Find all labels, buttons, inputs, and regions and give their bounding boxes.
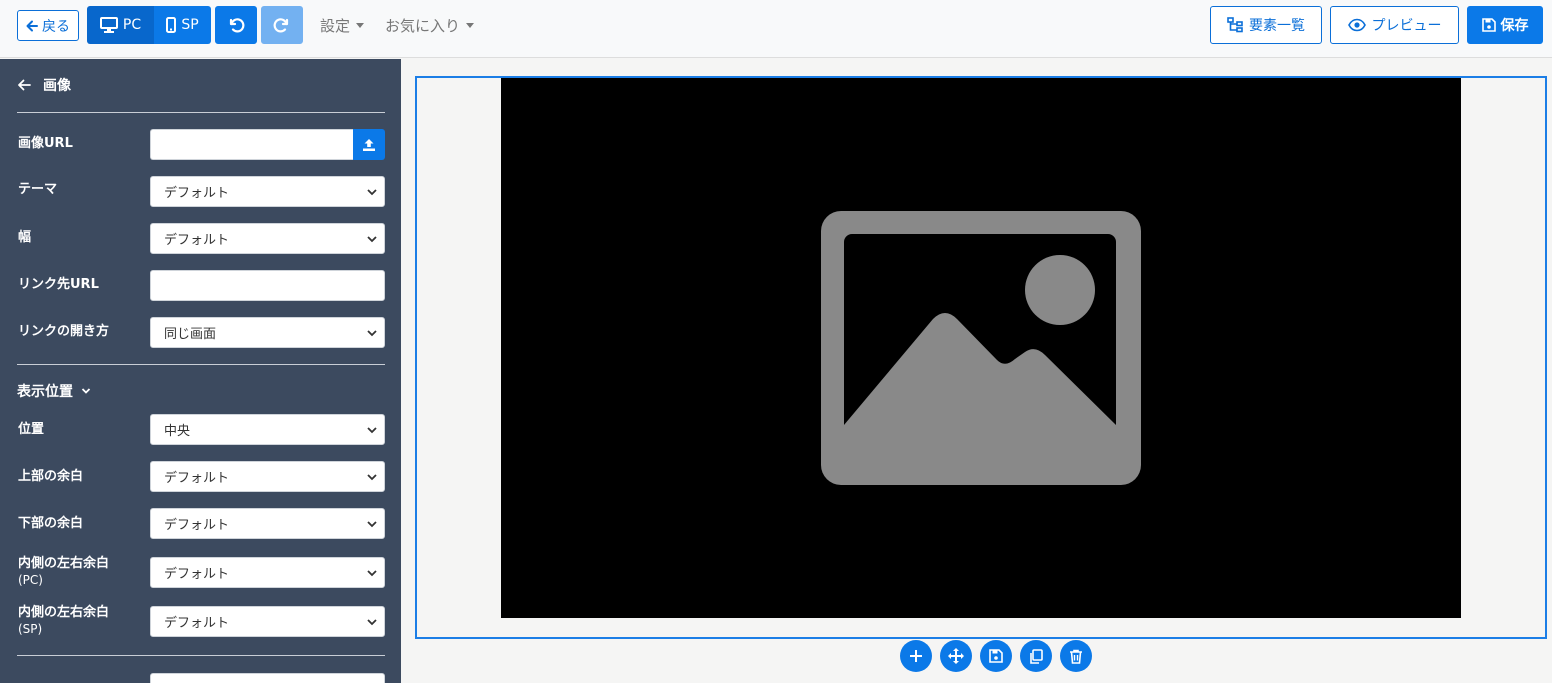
width-value: デフォルト	[164, 233, 230, 248]
chevron-down-icon	[366, 233, 378, 249]
top-margin-value: デフォルト	[164, 471, 230, 486]
properties-sidebar: 画像 画像URL テーマ デフォルト 幅 デフォルト リンク先URL リンクの開…	[0, 59, 401, 683]
desktop-icon	[99, 17, 118, 33]
undo-icon	[227, 16, 245, 34]
back-label: 戻る	[42, 18, 70, 35]
preview-button[interactable]: プレビュー	[1330, 6, 1459, 44]
width-label: 幅	[18, 230, 32, 245]
image-url-input[interactable]	[150, 129, 354, 160]
top-margin-select[interactable]: デフォルト	[150, 461, 385, 492]
floppy-disk-icon	[989, 649, 1003, 663]
link-target-label: リンクの開き方	[18, 324, 110, 339]
image-url-label: 画像URL	[18, 136, 73, 151]
preview-label: プレビュー	[1371, 18, 1442, 34]
bottom-margin-label: 下部の余白	[18, 516, 84, 531]
next-field-select[interactable]	[150, 673, 385, 683]
inner-padding-sp-text: 内側の左右余白	[18, 605, 110, 620]
top-margin-label: 上部の余白	[18, 469, 84, 484]
arrow-left-icon	[17, 79, 31, 91]
redo-icon	[273, 16, 291, 34]
floppy-disk-icon	[1481, 18, 1496, 32]
sitemap-icon	[1227, 17, 1243, 33]
favorites-menu-label: お気に入り	[385, 17, 461, 35]
device-toggle: PC SP	[87, 6, 211, 44]
save-block-button[interactable]	[980, 640, 1012, 672]
display-position-label: 表示位置	[17, 384, 73, 400]
theme-label: テーマ	[18, 182, 58, 197]
divider	[17, 655, 385, 656]
copy-block-button[interactable]	[1020, 640, 1052, 672]
elements-list-button[interactable]: 要素一覧	[1210, 6, 1322, 44]
chevron-down-icon	[366, 616, 378, 632]
inner-padding-sp-label: 内側の左右余白 (SP)	[18, 605, 109, 637]
upload-icon	[362, 138, 376, 152]
theme-select[interactable]: デフォルト	[150, 176, 385, 207]
move-block-button[interactable]	[940, 640, 972, 672]
chevron-down-icon	[366, 424, 378, 440]
upload-button[interactable]	[353, 129, 385, 160]
bottom-margin-value: デフォルト	[164, 518, 230, 533]
settings-menu[interactable]: 設定	[320, 15, 365, 36]
chevron-down-icon	[366, 567, 378, 583]
device-pc-label: PC	[122, 17, 142, 33]
chevron-down-icon	[366, 471, 378, 487]
selected-image-block[interactable]	[415, 76, 1547, 672]
display-position-toggle[interactable]: 表示位置	[17, 381, 91, 401]
sidebar-title: 画像	[43, 78, 71, 94]
copy-icon	[1029, 648, 1043, 664]
divider	[17, 112, 385, 113]
width-select[interactable]: デフォルト	[150, 223, 385, 254]
link-target-select[interactable]: 同じ画面	[150, 317, 385, 348]
inner-padding-pc-text: 内側の左右余白	[18, 556, 110, 571]
inner-padding-sp-select[interactable]: デフォルト	[150, 606, 385, 637]
caret-down-icon	[356, 23, 365, 28]
chevron-down-icon	[366, 186, 378, 202]
device-pc-button[interactable]: PC	[87, 6, 154, 44]
delete-block-button[interactable]	[1060, 640, 1092, 672]
device-sp-label: SP	[181, 17, 199, 33]
chevron-down-icon	[81, 386, 91, 396]
move-icon	[948, 648, 964, 664]
position-select[interactable]: 中央	[150, 414, 385, 445]
device-sp-button[interactable]: SP	[154, 6, 211, 44]
position-value: 中央	[164, 424, 191, 439]
position-label: 位置	[18, 422, 45, 437]
divider	[17, 364, 385, 365]
link-url-input[interactable]	[150, 270, 385, 301]
image-placeholder[interactable]	[501, 78, 1461, 618]
image-icon	[821, 211, 1141, 485]
save-button[interactable]: 保存	[1467, 6, 1543, 44]
redo-button[interactable]	[261, 6, 303, 44]
arrow-left-icon	[26, 20, 38, 32]
elements-list-label: 要素一覧	[1249, 18, 1305, 34]
link-target-value: 同じ画面	[164, 327, 217, 342]
back-button[interactable]: 戻る	[17, 10, 79, 41]
inner-padding-sp-sub: (SP)	[18, 622, 43, 636]
inner-padding-pc-label: 内側の左右余白 (PC)	[18, 556, 109, 588]
undo-button[interactable]	[215, 6, 257, 44]
trash-icon	[1069, 649, 1083, 664]
theme-value: デフォルト	[164, 186, 230, 201]
inner-padding-pc-sub: (PC)	[18, 573, 43, 587]
bottom-margin-select[interactable]: デフォルト	[150, 508, 385, 539]
editor-canvas	[401, 59, 1552, 683]
sidebar-header[interactable]: 画像	[17, 75, 71, 95]
eye-icon	[1347, 18, 1366, 32]
add-block-button[interactable]	[900, 640, 932, 672]
chevron-down-icon	[366, 327, 378, 343]
favorites-menu[interactable]: お気に入り	[385, 15, 475, 36]
chevron-down-icon	[366, 518, 378, 534]
settings-menu-label: 設定	[320, 17, 351, 35]
block-tools	[900, 640, 1092, 672]
link-url-label: リンク先URL	[18, 277, 99, 292]
save-label: 保存	[1500, 18, 1529, 34]
caret-down-icon	[466, 23, 475, 28]
top-toolbar: 戻る PC SP 設定 お気に入り 要素一覧 プレビュー 保存	[0, 0, 1552, 58]
inner-padding-sp-value: デフォルト	[164, 616, 230, 631]
plus-icon	[909, 649, 923, 663]
inner-padding-pc-select[interactable]: デフォルト	[150, 557, 385, 588]
mobile-icon	[166, 17, 177, 33]
inner-padding-pc-value: デフォルト	[164, 567, 230, 582]
